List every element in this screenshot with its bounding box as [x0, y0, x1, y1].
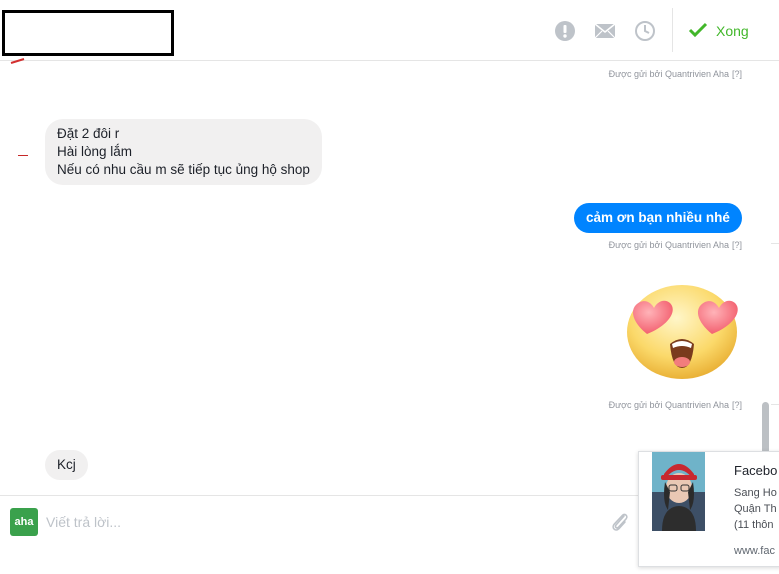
profile-photo-thumbnail — [652, 452, 705, 531]
red-mark-decoration — [10, 58, 25, 64]
done-button[interactable]: Xong — [688, 18, 749, 44]
sent-by-text: Được gửi bởi Quantrivien Aha — [608, 400, 729, 410]
incoming-message-bubble: Kcj — [45, 450, 88, 480]
red-mark-decoration — [18, 155, 28, 156]
help-link[interactable]: [?] — [732, 400, 742, 410]
conversation-header: Xong — [0, 0, 779, 61]
sent-by-text: Được gửi bởi Quantrivien Aha — [608, 69, 729, 79]
check-icon — [688, 22, 708, 41]
avatar-text: aha — [14, 516, 34, 528]
card-title: Facebo — [734, 463, 778, 478]
link-preview-card[interactable]: Facebo Sang Ho Quận Th (11 thôn www.fac — [638, 451, 779, 567]
message-line: Hài lòng lắm — [57, 144, 133, 159]
paperclip-icon[interactable] — [608, 510, 632, 534]
done-label: Xong — [716, 23, 749, 39]
heart-eyes-emoji-sticker — [620, 282, 744, 386]
card-description-line: Sang Ho — [734, 487, 777, 499]
message-line: Đặt 2 đôi r — [57, 126, 120, 141]
divider — [771, 243, 779, 244]
mail-icon[interactable] — [594, 20, 616, 42]
header-divider — [672, 8, 673, 52]
sent-by-label: Được gửi bởi Quantrivien Aha [?] — [609, 69, 742, 79]
help-link[interactable]: [?] — [732, 69, 742, 79]
sent-by-label: Được gửi bởi Quantrivien Aha [?] — [609, 240, 742, 250]
outgoing-message-bubble: cảm ơn bạn nhiều nhé — [574, 203, 742, 233]
scrollbar-thumb[interactable] — [762, 402, 769, 454]
divider — [771, 404, 779, 405]
clock-icon[interactable] — [634, 20, 656, 42]
sent-by-label: Được gửi bởi Quantrivien Aha [?] — [609, 400, 742, 410]
help-link[interactable]: [?] — [732, 240, 742, 250]
message-text: Kcj — [57, 457, 76, 472]
reply-input[interactable] — [46, 510, 566, 534]
card-domain: www.fac — [734, 545, 775, 557]
incoming-message-bubble: Đặt 2 đôi r Hài lòng lắm Nếu có nhu cầu … — [45, 119, 322, 185]
page-avatar: aha — [10, 508, 38, 536]
redacted-name-box — [2, 10, 174, 56]
message-line: Nếu có nhu cầu m sẽ tiếp tục ủng hộ shop — [57, 162, 310, 177]
card-description-line: Quận Th — [734, 503, 777, 515]
message-text: cảm ơn bạn nhiều nhé — [586, 210, 730, 225]
sent-by-text: Được gửi bởi Quantrivien Aha — [608, 240, 729, 250]
report-icon[interactable] — [554, 20, 576, 42]
card-description-line: (11 thôn — [734, 519, 774, 531]
